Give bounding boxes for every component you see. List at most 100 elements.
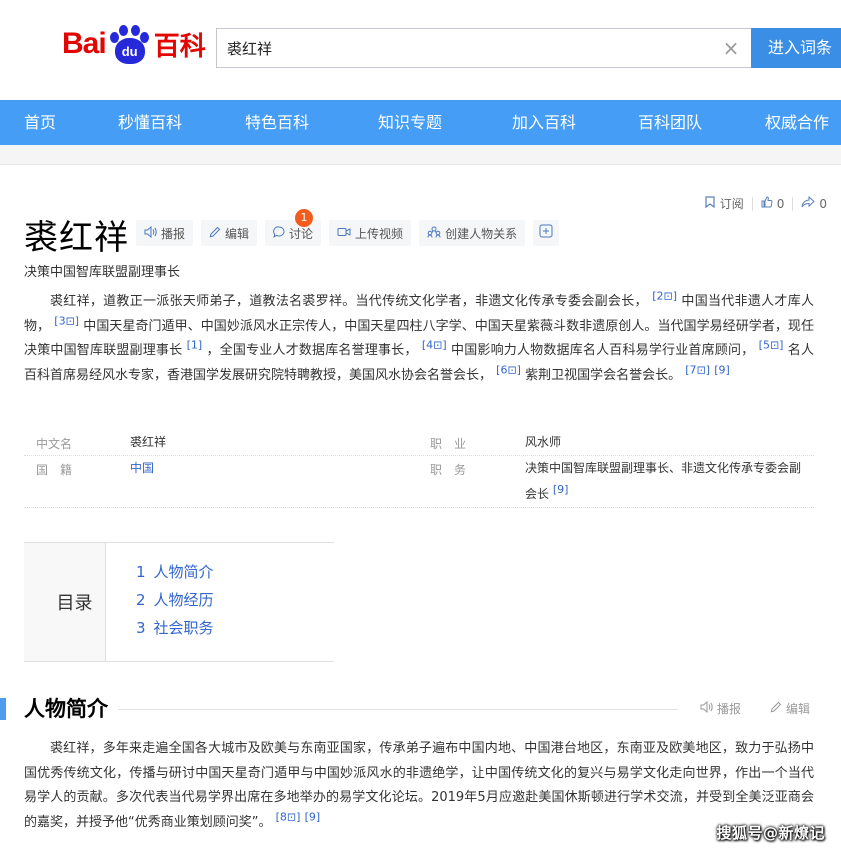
pencil-icon	[770, 701, 782, 716]
chat-bubble-icon	[273, 225, 285, 241]
page-title: 裘红祥	[24, 218, 129, 258]
reference-link[interactable]: [4⊡]	[422, 339, 447, 352]
speaker-icon	[144, 225, 157, 241]
share-icon	[801, 195, 816, 211]
reference-link[interactable]: [5⊡]	[759, 339, 784, 352]
upload-video-button[interactable]: 上传视频	[329, 220, 412, 246]
basic-info-key: 职 业	[430, 437, 467, 451]
image-ref-icon: ⊡]	[769, 338, 784, 352]
reference-link[interactable]: [6⊡]	[496, 363, 521, 376]
basic-info-key: 国 籍	[36, 463, 73, 477]
image-ref-icon: ⊡]	[286, 810, 301, 824]
edit-button[interactable]: 编辑	[201, 220, 258, 246]
image-ref-icon: ⊡]	[663, 289, 677, 303]
logo-du: du	[114, 38, 145, 64]
summary-text: 中国影响力人物数据库名人百科易学行业首席顾问，	[451, 343, 755, 358]
like-count: 0	[776, 196, 785, 211]
nav-item-team[interactable]: 百科团队	[638, 100, 702, 145]
main-nav: 首页 秒懂百科 特色百科 知识专题 加入百科 百科团队 权威合作	[0, 100, 841, 145]
basic-info-key: 职 务	[430, 463, 467, 477]
summary-text: 裘红祥，道教正一派张天师弟子，道教法名裘罗祥。当代传统文化学者，非遗文化传承专委…	[50, 294, 648, 309]
bookmark-icon	[704, 196, 716, 211]
toc-item[interactable]: 3 社会职务	[136, 616, 334, 644]
reference-link[interactable]: [7⊡]	[685, 363, 710, 376]
sub-bar	[0, 145, 841, 165]
section-edit-button[interactable]: 编辑	[770, 700, 810, 717]
toc-title: 目录	[24, 543, 106, 661]
broadcast-button[interactable]: 播报	[136, 220, 194, 246]
plus-icon	[539, 224, 553, 242]
entry-summary: 裘红祥，道教正一派张天师弟子，道教法名裘罗祥。当代传统文化学者，非遗文化传承专委…	[24, 290, 814, 388]
broadcast-label: 播报	[161, 226, 186, 241]
reference-link[interactable]: [9]	[305, 810, 321, 823]
basic-info-key: 中文名	[36, 437, 73, 451]
share-count: 0	[819, 196, 827, 211]
basic-info-row: 国 籍 中国 职 务 决策中国智库联盟副理事长、非遗文化传承专委会副会长 [9]	[24, 456, 814, 508]
reference-link[interactable]: [3⊡]	[54, 314, 79, 327]
watermark: 搜狐号@新燎记	[716, 824, 825, 842]
section-accent-bar	[0, 698, 6, 720]
title-tools: 播报 编辑 讨论 1 上传视频 创建人物关系	[136, 209, 560, 246]
summary-text: ，全国专业人才数据库名誉理事长，	[206, 343, 418, 358]
toc-list: 1 人物简介 2 人物经历 3 社会职务	[106, 543, 334, 661]
table-of-contents: 目录 1 人物简介 2 人物经历 3 社会职务	[24, 542, 334, 662]
image-ref-icon: ⊡]	[433, 338, 447, 352]
basic-info-value: 风水师	[525, 435, 562, 449]
header: Bai du 百科 × 进入词条	[0, 0, 841, 100]
like-button[interactable]: 0	[753, 196, 793, 211]
reference-link[interactable]: [1]	[187, 339, 203, 352]
close-icon[interactable]: ×	[721, 38, 741, 58]
add-button[interactable]	[533, 220, 560, 246]
discuss-button[interactable]: 讨论 1	[265, 209, 322, 246]
search-input[interactable]	[217, 29, 717, 67]
discuss-label: 讨论	[289, 226, 314, 241]
upload-video-label: 上传视频	[355, 226, 404, 241]
section-broadcast-button[interactable]: 播报	[700, 700, 741, 717]
people-icon	[427, 226, 441, 241]
nav-item-join[interactable]: 加入百科	[512, 100, 576, 145]
create-relation-button[interactable]: 创建人物关系	[419, 220, 526, 246]
nav-item-cooperation[interactable]: 权威合作	[765, 100, 829, 145]
toc-item[interactable]: 2 人物经历	[136, 588, 334, 616]
reference-link[interactable]: [9]	[553, 483, 569, 496]
paw-icon: du	[107, 22, 151, 66]
reference-link[interactable]: [2⊡]	[652, 290, 677, 303]
pencil-icon	[209, 226, 221, 241]
image-ref-icon: ⊡]	[65, 314, 80, 328]
basic-info-row: 中文名 裘红祥 职 业 风水师	[24, 430, 814, 456]
reference-link[interactable]: [8⊡]	[276, 810, 301, 823]
baidu-baike-logo[interactable]: Bai du 百科	[62, 20, 206, 68]
create-relation-label: 创建人物关系	[445, 226, 518, 241]
nationality-link[interactable]: 中国	[130, 455, 154, 481]
speaker-icon	[700, 700, 713, 716]
image-ref-icon: ⊡]	[696, 363, 711, 377]
image-ref-icon: ⊡]	[507, 363, 521, 377]
video-camera-icon	[337, 226, 351, 241]
basic-info-table: 中文名 裘红祥 职 业 风水师 国 籍 中国 职 务 决策中国智库联盟副理事长、…	[24, 430, 814, 508]
nav-item-miaodong[interactable]: 秒懂百科	[118, 100, 182, 145]
edit-label: 编辑	[225, 226, 250, 241]
section-body: 裘红祥，多年来走遍全国各大城市及欧美与东南亚国家，传承弟子遍布中国内地、中国港台…	[24, 737, 814, 835]
basic-info-value: 裘红祥	[130, 435, 167, 449]
section-text: 裘红祥，多年来走遍全国各大城市及欧美与东南亚国家，传承弟子遍布中国内地、中国港台…	[24, 741, 814, 830]
divider	[118, 709, 678, 710]
logo-bai: Bai	[62, 27, 107, 60]
summary-text: 紫荆卫视国学会名誉会长。	[525, 367, 682, 383]
logo-baike: 百科	[153, 31, 206, 62]
entry-actions: 订阅 0 0	[696, 195, 835, 212]
section-heading: 人物简介 播报 编辑	[0, 694, 841, 724]
nav-item-topics[interactable]: 知识专题	[378, 100, 442, 145]
share-button[interactable]: 0	[793, 195, 835, 211]
reference-link[interactable]: [9]	[714, 363, 730, 376]
search-box: ×	[216, 28, 751, 68]
basic-info-value: 决策中国智库联盟副理事长、非遗文化传承专委会副会长 [9]	[525, 461, 802, 501]
subscribe-button[interactable]: 订阅	[696, 195, 752, 212]
discuss-count-badge: 1	[295, 209, 314, 227]
nav-item-special[interactable]: 特色百科	[245, 100, 309, 145]
subscribe-label: 订阅	[719, 197, 744, 211]
section-title: 人物简介	[24, 697, 108, 721]
thumbs-up-icon	[761, 196, 773, 211]
nav-item-home[interactable]: 首页	[24, 100, 56, 145]
toc-item[interactable]: 1 人物简介	[136, 560, 334, 588]
enter-entry-button[interactable]: 进入词条	[751, 28, 841, 68]
